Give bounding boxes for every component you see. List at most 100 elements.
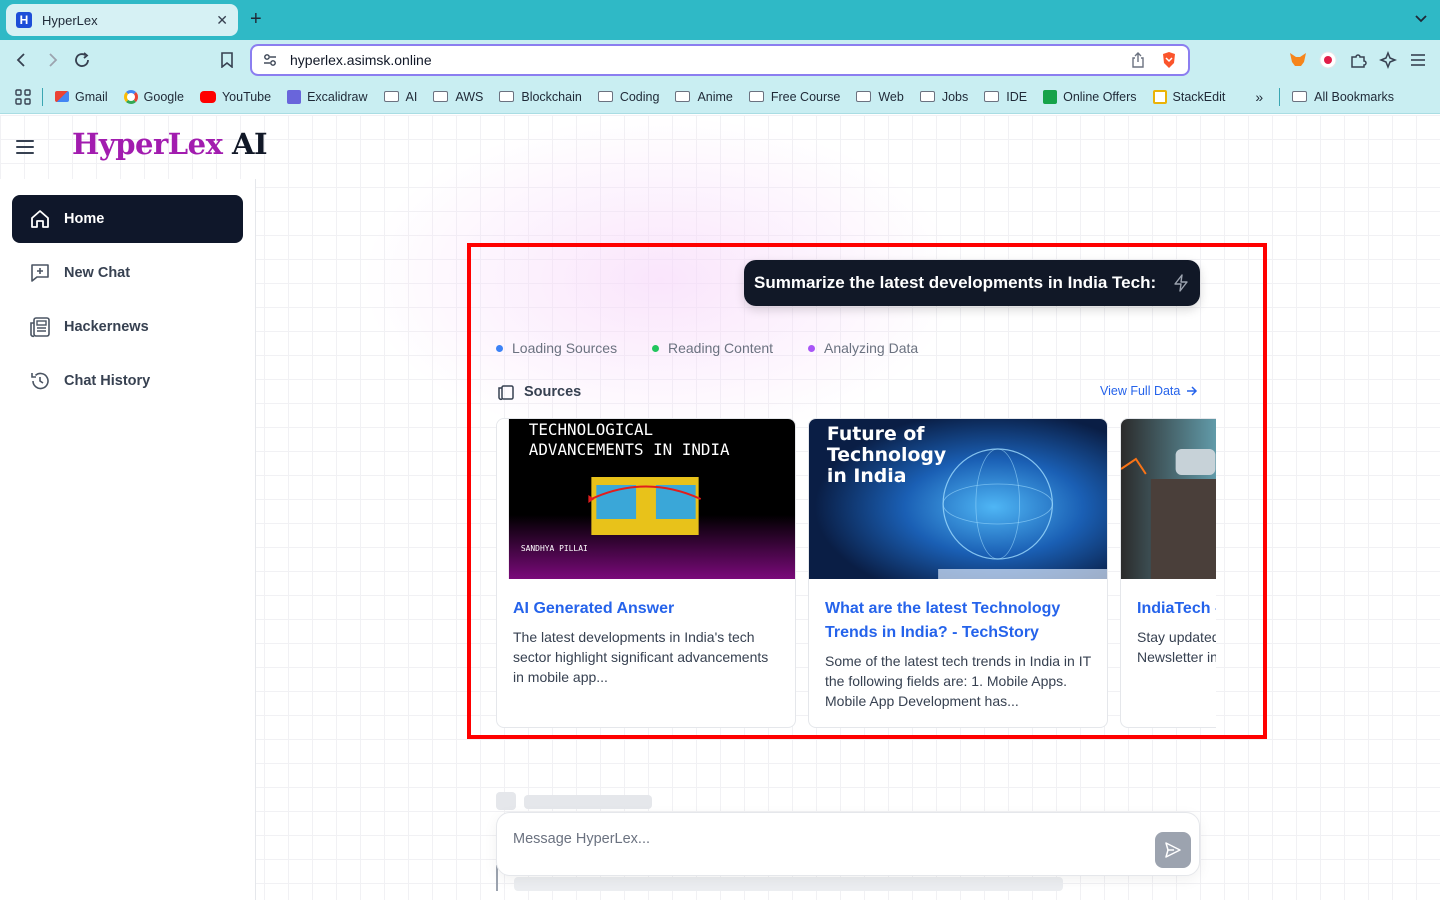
message-input[interactable]	[513, 831, 1113, 847]
bookmark-gmail[interactable]: Gmail	[55, 90, 108, 104]
site-settings-icon[interactable]	[262, 52, 278, 68]
metamask-extension-icon[interactable]	[1288, 50, 1308, 70]
leo-ai-icon[interactable]	[1378, 50, 1398, 70]
status-dot	[808, 344, 815, 352]
skeleton-avatar	[496, 792, 516, 810]
bookmark-label: Gmail	[75, 89, 108, 104]
sidebar-item-label: Chat History	[64, 373, 151, 389]
bookmark-folder-jobs[interactable]: Jobs	[919, 89, 969, 104]
source-card[interactable]: TECHNOLOGICAL ADVANCEMENTS IN INDIA SAND…	[496, 418, 796, 728]
source-image: TECHNOLOGICAL ADVANCEMENTS IN INDIA SAND…	[497, 419, 795, 579]
source-card-title[interactable]: What are the latest Technology Trends in…	[825, 597, 1093, 645]
browser-tab-bar: H HyperLex ✕ +	[0, 0, 1440, 40]
bookmark-label: StackEdit	[1172, 89, 1226, 104]
skeleton-line	[524, 795, 652, 809]
bookmark-folder-coding[interactable]: Coding	[597, 90, 659, 104]
excalidraw-icon	[287, 89, 302, 104]
bookmark-label: Anime	[697, 89, 733, 104]
bookmark-label: IDE	[1006, 89, 1028, 104]
more-bookmarks-icon[interactable]: »	[1255, 89, 1263, 105]
browser-tab[interactable]: H HyperLex ✕	[6, 4, 238, 36]
bookmark-folder-ide[interactable]: IDE	[984, 90, 1027, 104]
bookmark-label: Jobs	[941, 89, 969, 104]
send-button[interactable]	[1155, 832, 1191, 868]
app-root: HyperLex AI Home New Chat Hackernews Cha…	[0, 115, 1440, 900]
bookmark-page-icon[interactable]	[215, 48, 239, 72]
bookmark-folder-ai[interactable]: AI	[383, 89, 418, 104]
bookmark-label: Web	[878, 89, 904, 104]
source-card-title[interactable]: IndiaTech - IndiaTech	[1137, 597, 1216, 621]
bookmark-folder-web[interactable]: Web	[856, 89, 904, 104]
reload-icon[interactable]	[70, 48, 94, 72]
image-text-line-3: in India	[827, 465, 907, 487]
source-card-title[interactable]: AI Generated Answer	[513, 597, 781, 621]
image-text-line-1: Future of	[827, 423, 925, 445]
status-loading-sources: Loading Sources	[496, 340, 617, 356]
extensions-puzzle-icon[interactable]	[1348, 50, 1368, 70]
bookmark-folder-blockchain[interactable]: Blockchain	[499, 89, 582, 104]
sidebar-item-hackernews[interactable]: Hackernews	[12, 303, 243, 351]
user-query-bubble: Summarize the latest developments in Ind…	[744, 260, 1200, 306]
status-dot	[652, 344, 659, 352]
forward-icon[interactable]	[40, 48, 64, 72]
status-dot	[496, 344, 503, 352]
bookmark-label: Excalidraw	[307, 89, 368, 104]
status-label: Analyzing Data	[824, 340, 919, 356]
sidebar-item-label: New Chat	[64, 265, 131, 281]
sidebar-item-label: Home	[64, 211, 105, 227]
bookmark-excalidraw[interactable]: Excalidraw	[287, 89, 368, 104]
view-full-data-label: View Full Data	[1100, 384, 1181, 398]
bookmark-separator	[1279, 87, 1281, 106]
gmail-icon	[55, 91, 69, 102]
sidebar: Home New Chat Hackernews Chat History	[0, 179, 256, 900]
status-label: Reading Content	[668, 340, 774, 356]
bookmark-folder-anime[interactable]: Anime	[675, 89, 733, 104]
bookmark-folder-aws[interactable]: AWS	[433, 90, 483, 104]
status-reading-content: Reading Content	[652, 340, 773, 356]
apps-grid-icon[interactable]	[14, 88, 32, 106]
close-tab-icon[interactable]: ✕	[216, 12, 228, 29]
menu-toggle-icon[interactable]	[16, 140, 34, 154]
bookmark-google[interactable]: Google	[123, 89, 184, 104]
tab-list-chevron-icon[interactable]	[1414, 10, 1428, 26]
share-icon[interactable]	[1130, 52, 1146, 68]
sidebar-item-chat-history[interactable]: Chat History	[12, 357, 243, 405]
bookmark-separator	[42, 87, 43, 106]
tab-title: HyperLex	[42, 12, 98, 28]
back-icon[interactable]	[10, 48, 34, 72]
record-extension-icon[interactable]	[1318, 50, 1338, 70]
brave-shield-icon[interactable]	[1160, 51, 1178, 69]
folder-icon	[856, 91, 872, 102]
folder-icon	[748, 91, 764, 102]
google-icon	[123, 89, 138, 104]
bookmark-label: Blockchain	[521, 89, 582, 104]
bookmark-stackedit[interactable]: StackEdit	[1152, 89, 1226, 104]
bookmark-label: AI	[405, 89, 418, 104]
lightning-icon	[1174, 274, 1188, 292]
source-image: Future of Technology in India	[809, 419, 1107, 579]
image-text-line-2: ADVANCEMENTS IN INDIA	[529, 440, 730, 459]
offers-icon	[1043, 89, 1058, 104]
bookmark-label: Online Offers	[1063, 89, 1137, 104]
sidebar-item-home[interactable]: Home	[12, 195, 243, 243]
status-analyzing-data: Analyzing Data	[808, 340, 918, 356]
sources-carousel: TECHNOLOGICAL ADVANCEMENTS IN INDIA SAND…	[496, 418, 1216, 728]
address-bar[interactable]: hyperlex.asimsk.online	[250, 44, 1190, 76]
bookmark-folder-free-course[interactable]: Free Course	[748, 90, 840, 104]
all-bookmarks[interactable]: All Bookmarks	[1292, 90, 1394, 104]
bookmark-youtube[interactable]: YouTube	[199, 90, 271, 104]
image-text-line-1: TECHNOLOGICAL	[529, 420, 653, 439]
sidebar-item-new-chat[interactable]: New Chat	[12, 249, 243, 297]
sources-label: Sources	[524, 384, 582, 400]
sources-header: Sources	[497, 383, 581, 401]
browser-menu-icon[interactable]	[1408, 50, 1428, 70]
sources-icon	[498, 385, 514, 401]
view-full-data-link[interactable]: View Full Data	[1100, 384, 1198, 398]
bookmark-online-offers[interactable]: Online Offers	[1043, 89, 1137, 104]
source-card[interactable]: IndiaTech - IndiaTech Stay updated with …	[1120, 418, 1216, 728]
new-tab-icon[interactable]: +	[250, 8, 262, 31]
brand-suffix: AI	[232, 127, 268, 161]
folder-icon	[383, 91, 399, 102]
source-card[interactable]: Future of Technology in India What are t…	[808, 418, 1108, 728]
folder-icon	[675, 91, 691, 102]
